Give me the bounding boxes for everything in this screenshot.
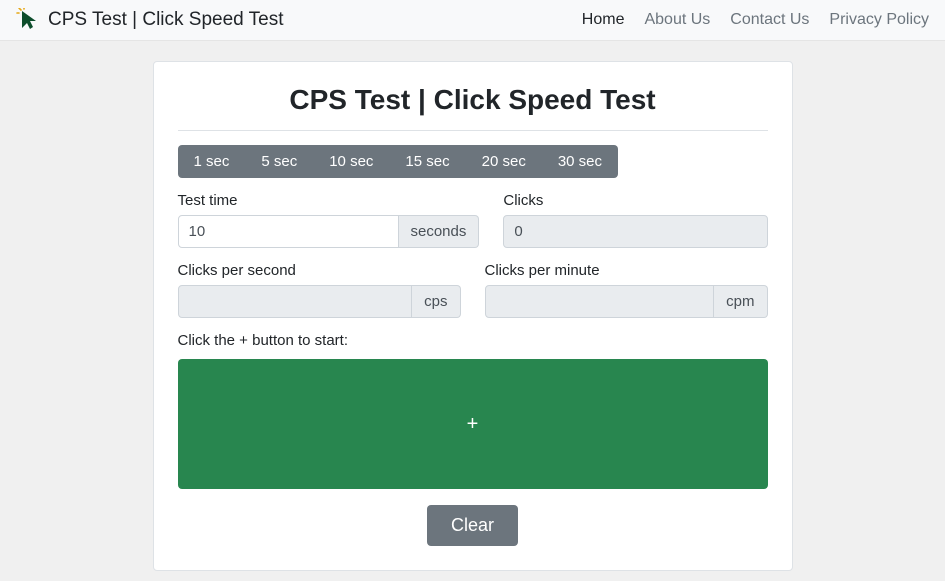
- addon-cpm: cpm: [714, 285, 767, 318]
- brand-text: CPS Test | Click Speed Test: [48, 9, 284, 31]
- tab-20sec[interactable]: 20 sec: [466, 145, 542, 178]
- nav-contact[interactable]: Contact Us: [730, 11, 809, 29]
- input-group-cpm: cpm: [485, 285, 768, 318]
- tab-5sec[interactable]: 5 sec: [245, 145, 313, 178]
- cpm-input: [485, 285, 715, 318]
- input-group-test-time: seconds: [178, 215, 480, 248]
- nav-privacy[interactable]: Privacy Policy: [829, 11, 929, 29]
- page-title: CPS Test | Click Speed Test: [178, 78, 768, 130]
- field-test-time: Test time seconds: [178, 192, 480, 248]
- row-time-clicks: Test time seconds Clicks: [178, 192, 768, 248]
- field-cps: Clicks per second cps: [178, 262, 461, 318]
- tab-10sec[interactable]: 10 sec: [313, 145, 389, 178]
- clear-button[interactable]: Clear: [427, 505, 518, 546]
- input-group-cps: cps: [178, 285, 461, 318]
- label-clicks: Clicks: [503, 192, 767, 209]
- tab-30sec[interactable]: 30 sec: [542, 145, 618, 178]
- test-time-input[interactable]: [178, 215, 399, 248]
- tab-1sec[interactable]: 1 sec: [178, 145, 246, 178]
- clicks-input: [503, 215, 767, 248]
- nav-about[interactable]: About Us: [644, 11, 710, 29]
- row-cps-cpm: Clicks per second cps Clicks per minute …: [178, 262, 768, 318]
- divider: [178, 130, 768, 131]
- tab-15sec[interactable]: 15 sec: [389, 145, 465, 178]
- cps-input: [178, 285, 413, 318]
- addon-seconds: seconds: [399, 215, 480, 248]
- brand[interactable]: CPS Test | Click Speed Test: [16, 8, 284, 32]
- navbar: CPS Test | Click Speed Test Home About U…: [0, 0, 945, 41]
- input-group-clicks: [503, 215, 767, 248]
- cursor-logo-icon: [16, 8, 40, 32]
- label-cps: Clicks per second: [178, 262, 461, 279]
- nav-links: Home About Us Contact Us Privacy Policy: [582, 11, 929, 29]
- label-test-time: Test time: [178, 192, 480, 209]
- field-cpm: Clicks per minute cpm: [485, 262, 768, 318]
- instruction-text: Click the + button to start:: [178, 332, 768, 349]
- click-area-button[interactable]: +: [178, 359, 768, 489]
- field-clicks: Clicks: [503, 192, 767, 248]
- nav-home[interactable]: Home: [582, 11, 625, 29]
- duration-tabs: 1 sec 5 sec 10 sec 15 sec 20 sec 30 sec: [178, 145, 619, 178]
- label-cpm: Clicks per minute: [485, 262, 768, 279]
- addon-cps: cps: [412, 285, 460, 318]
- main-card: CPS Test | Click Speed Test 1 sec 5 sec …: [153, 61, 793, 571]
